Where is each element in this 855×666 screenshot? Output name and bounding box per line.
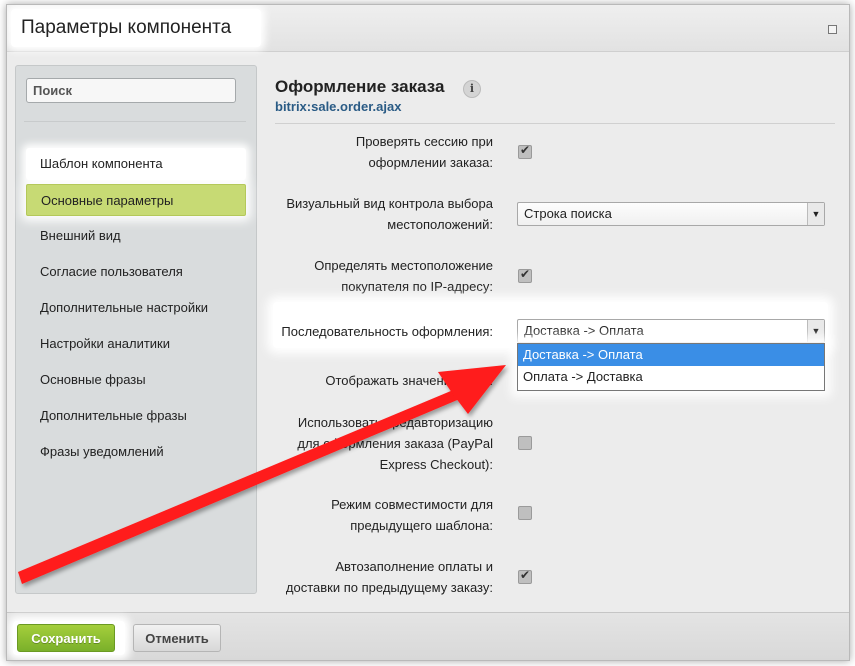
section-title: Оформление заказа	[275, 77, 445, 96]
check-session-checkbox[interactable]	[518, 143, 532, 159]
sidebar-item-extra-settings[interactable]: Дополнительные настройки	[26, 292, 246, 324]
search-input[interactable]	[26, 78, 236, 103]
maximize-icon[interactable]	[828, 25, 837, 34]
save-button[interactable]: Сохранить	[17, 624, 115, 652]
component-code: bitrix:sale.order.ajax	[275, 99, 402, 114]
detect-location-checkbox[interactable]	[518, 267, 532, 283]
order-sequence-label: Последовательность оформления:	[281, 324, 493, 339]
location-control-value: Строка поиска	[524, 206, 612, 221]
show-vat-label: Отображать значение НДС:	[325, 373, 493, 388]
detect-location-label: Определять местоположение покупателя по I…	[314, 258, 493, 294]
title-bar: Параметры компонента	[7, 5, 849, 52]
order-sequence-options: Доставка -> Оплата Оплата -> Доставка	[517, 343, 825, 391]
sidebar-item-main-phrases[interactable]: Основные фразы	[26, 364, 246, 396]
sidebar-item-analytics[interactable]: Настройки аналитики	[26, 328, 246, 360]
order-sequence-select[interactable]: Доставка -> Оплата ▼	[517, 319, 825, 343]
compat-mode-checkbox[interactable]	[518, 506, 532, 520]
sidebar-item-extra-phrases[interactable]: Дополнительные фразы	[26, 400, 246, 432]
sidebar-divider	[24, 121, 246, 122]
sidebar-item-notification-phrases[interactable]: Фразы уведомлений	[26, 436, 246, 468]
sidebar-item-main-params[interactable]: Основные параметры	[26, 184, 246, 216]
bottom-bar: Сохранить Отменить	[7, 612, 849, 660]
order-sequence-value: Доставка -> Оплата	[524, 323, 644, 338]
compat-mode-label: Режим совместимости для предыдущего шабло…	[331, 497, 493, 533]
sidebar-item-template[interactable]: Шаблон компонента	[26, 148, 246, 180]
option-payment-delivery[interactable]: Оплата -> Доставка	[518, 366, 824, 388]
location-control-label: Визуальный вид контрола выбора местополож…	[286, 196, 493, 232]
cancel-button[interactable]: Отменить	[133, 624, 221, 652]
section-divider	[275, 123, 835, 124]
location-control-select[interactable]: Строка поиска ▼	[517, 202, 825, 226]
autofill-label: Автозаполнение оплаты и доставки по преды…	[285, 559, 493, 595]
chevron-down-icon: ▼	[807, 203, 824, 225]
check-session-label: Проверять сессию при оформлении заказа:	[355, 134, 493, 170]
main-panel: Оформление заказа i bitrix:sale.order.aj…	[263, 57, 849, 612]
dialog-title: Параметры компонента	[21, 17, 232, 38]
option-delivery-payment[interactable]: Доставка -> Оплата	[518, 344, 824, 366]
sidebar-item-appearance[interactable]: Внешний вид	[26, 220, 246, 252]
component-settings-dialog: Параметры компонента Шаблон компонента О…	[6, 4, 850, 661]
sidebar-item-user-consent[interactable]: Согласие пользователя	[26, 256, 246, 288]
preauth-label: Использовать предавторизацию для оформлен…	[297, 415, 493, 472]
chevron-down-icon: ▼	[807, 320, 824, 342]
autofill-checkbox[interactable]	[518, 568, 532, 584]
info-icon[interactable]: i	[463, 80, 481, 98]
sidebar: Шаблон компонента Основные параметры Вне…	[15, 65, 257, 594]
preauth-checkbox[interactable]	[518, 436, 532, 450]
